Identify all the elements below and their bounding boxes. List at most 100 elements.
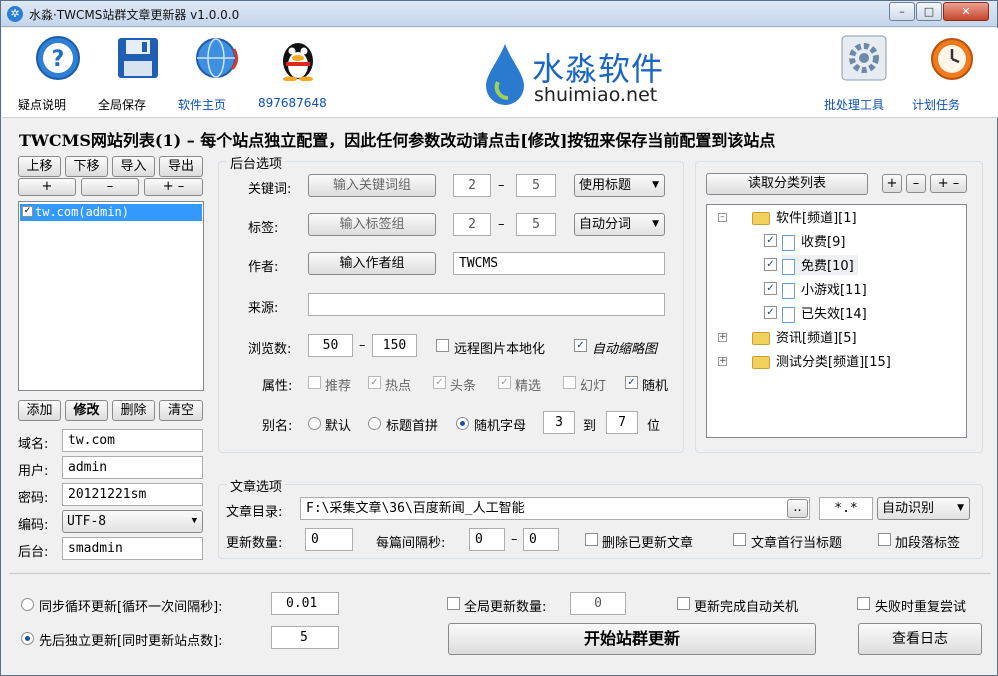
encoding-detect-select[interactable]: 自动识别 ▼ [877,497,970,520]
views-min-field[interactable]: 50 [308,334,353,357]
alias-max-field[interactable]: 7 [606,411,638,434]
source-field[interactable] [308,293,665,316]
start-update-button[interactable]: 开始站群更新 [448,623,816,655]
category-plus-minus-button[interactable]: + – [930,174,967,193]
update-count-field[interactable]: 0 [305,528,353,551]
global-count-field[interactable]: 0 [570,592,626,615]
schedule-tool[interactable]: 计划任务 [912,34,992,112]
move-down-button[interactable]: 下移 [65,156,108,177]
tag-max-field[interactable]: 5 [516,213,556,236]
move-up-button[interactable]: 上移 [18,156,61,177]
interval-min-field[interactable]: 0 [469,528,505,551]
keyword-label: 关键词: [248,182,292,197]
tag-mode-select[interactable]: 自动分词 ▼ [574,213,665,236]
close-button[interactable]: ✕ [943,2,989,21]
backend-label: 后台: [18,545,49,560]
tag-min-field[interactable]: 2 [453,213,491,236]
author-group-button[interactable]: 输入作者组 [308,252,436,275]
window-title: 水淼·TWCMS站群文章更新器 v1.0.0.0 [29,8,240,22]
para-tags-checkbox[interactable] [878,533,891,546]
expand-icon[interactable]: + [718,357,727,366]
sync-update-radio[interactable] [21,598,34,611]
qq-tool[interactable]: 897687648 [258,34,338,110]
views-max-field[interactable]: 150 [372,334,417,357]
delete-updated-checkbox[interactable] [585,533,598,546]
clear-button[interactable]: 清空 [159,400,203,421]
export-button[interactable]: 导出 [159,156,203,177]
help-tool[interactable]: ? 疑点说明 [18,34,98,112]
expand-icon[interactable]: + [718,333,727,342]
maximize-button[interactable]: □ [916,2,942,21]
attr-headline-checkbox[interactable]: ✓ [433,376,446,389]
keyword-mode-select[interactable]: 使用标题 ▼ [574,174,665,197]
delete-button[interactable]: 删除 [112,400,155,421]
tree-item[interactable]: 软件[频道][1] [752,207,857,227]
tree-item[interactable]: 小游戏[11] [782,279,867,299]
title-bar: ✲ 水淼·TWCMS站群文章更新器 v1.0.0.0 – □ ✕ [1,1,997,27]
encoding-select[interactable]: UTF-8 ▼ [62,510,203,533]
tree-item[interactable]: 已失效[14] [782,303,867,323]
article-dir-field[interactable]: F:\采集文章\36\百度新闻_人工智能 [300,497,810,520]
tree-item[interactable]: 资讯[频道][5] [752,327,857,347]
retry-checkbox[interactable] [857,597,870,610]
penguin-icon [274,34,322,82]
import-button[interactable]: 导入 [112,156,155,177]
remote-image-checkbox[interactable] [436,339,449,352]
save-tool[interactable]: 全局保存 [98,34,178,112]
attr-featured-checkbox[interactable]: ✓ [498,376,511,389]
keyword-max-field[interactable]: 5 [516,174,556,197]
auto-thumb-checkbox[interactable]: ✓ [574,339,587,352]
tree-item[interactable]: 收费[9] [782,231,845,251]
attr-slide-checkbox[interactable] [563,376,576,389]
batch-tool[interactable]: 批处理工具 [824,34,904,112]
minimize-button[interactable]: – [889,2,915,21]
alias-min-field[interactable]: 3 [543,411,575,434]
password-field[interactable]: 20121221sm [62,483,203,506]
backend-field[interactable]: smadmin [62,537,203,560]
site-remove-small-button[interactable]: – [81,178,139,196]
collapse-icon[interactable]: – [718,213,727,222]
user-field[interactable]: admin [62,456,203,479]
browse-button[interactable]: .. [787,499,808,518]
modify-button[interactable]: 修改 [65,400,108,421]
site-add-small-button[interactable]: + [18,178,76,196]
tree-item[interactable]: 测试分类[频道][15] [752,351,891,371]
alias-random-radio[interactable] [456,417,469,430]
list-item[interactable]: ✓ tw.com(admin) [20,204,202,221]
attr-recommend-checkbox[interactable] [308,376,321,389]
tree-checkbox[interactable]: ✓ [764,258,777,271]
homepage-tool[interactable]: 软件主页 [178,34,258,112]
tree-item[interactable]: 免费[10] [782,255,858,275]
attr-random-checkbox[interactable]: ✓ [625,376,638,389]
site-checkbox[interactable]: ✓ [22,206,33,217]
read-category-button[interactable]: 读取分类列表 [706,173,868,195]
first-line-title-checkbox[interactable] [733,533,746,546]
sequential-update-radio[interactable] [21,632,34,645]
sync-interval-field[interactable]: 0.01 [271,592,339,615]
alias-pinyin-radio[interactable] [368,417,381,430]
attr-hot-checkbox[interactable]: ✓ [368,376,381,389]
keyword-group-button[interactable]: 输入关键词组 [308,174,436,197]
interval-max-field[interactable]: 0 [523,528,559,551]
author-field[interactable]: TWCMS [453,252,665,275]
gear-icon [840,34,888,82]
tree-checkbox[interactable]: ✓ [764,282,777,295]
auto-shutdown-checkbox[interactable] [677,597,690,610]
site-listbox[interactable]: ✓ tw.com(admin) [18,201,204,391]
add-button[interactable]: 添加 [18,400,61,421]
attr-recommend-label: 推荐 [325,379,352,394]
tag-group-button[interactable]: 输入标签组 [308,213,436,236]
concurrent-sites-field[interactable]: 5 [271,626,339,649]
category-remove-button[interactable]: – [906,174,926,193]
category-add-button[interactable]: + [882,174,902,193]
global-count-checkbox[interactable] [447,597,460,610]
site-plus-minus-button[interactable]: + – [144,178,203,196]
domain-field[interactable]: tw.com [62,429,203,452]
file-pattern-field[interactable]: *.* [819,497,873,520]
category-tree[interactable]: – 软件[频道][1] ✓ 收费[9] ✓ 免费[10] ✓ 小游戏[11] ✓… [706,204,967,438]
tree-checkbox[interactable]: ✓ [764,306,777,319]
alias-default-radio[interactable] [308,417,321,430]
keyword-min-field[interactable]: 2 [453,174,491,197]
view-log-button[interactable]: 查看日志 [858,623,982,655]
tree-checkbox[interactable]: ✓ [764,234,777,247]
